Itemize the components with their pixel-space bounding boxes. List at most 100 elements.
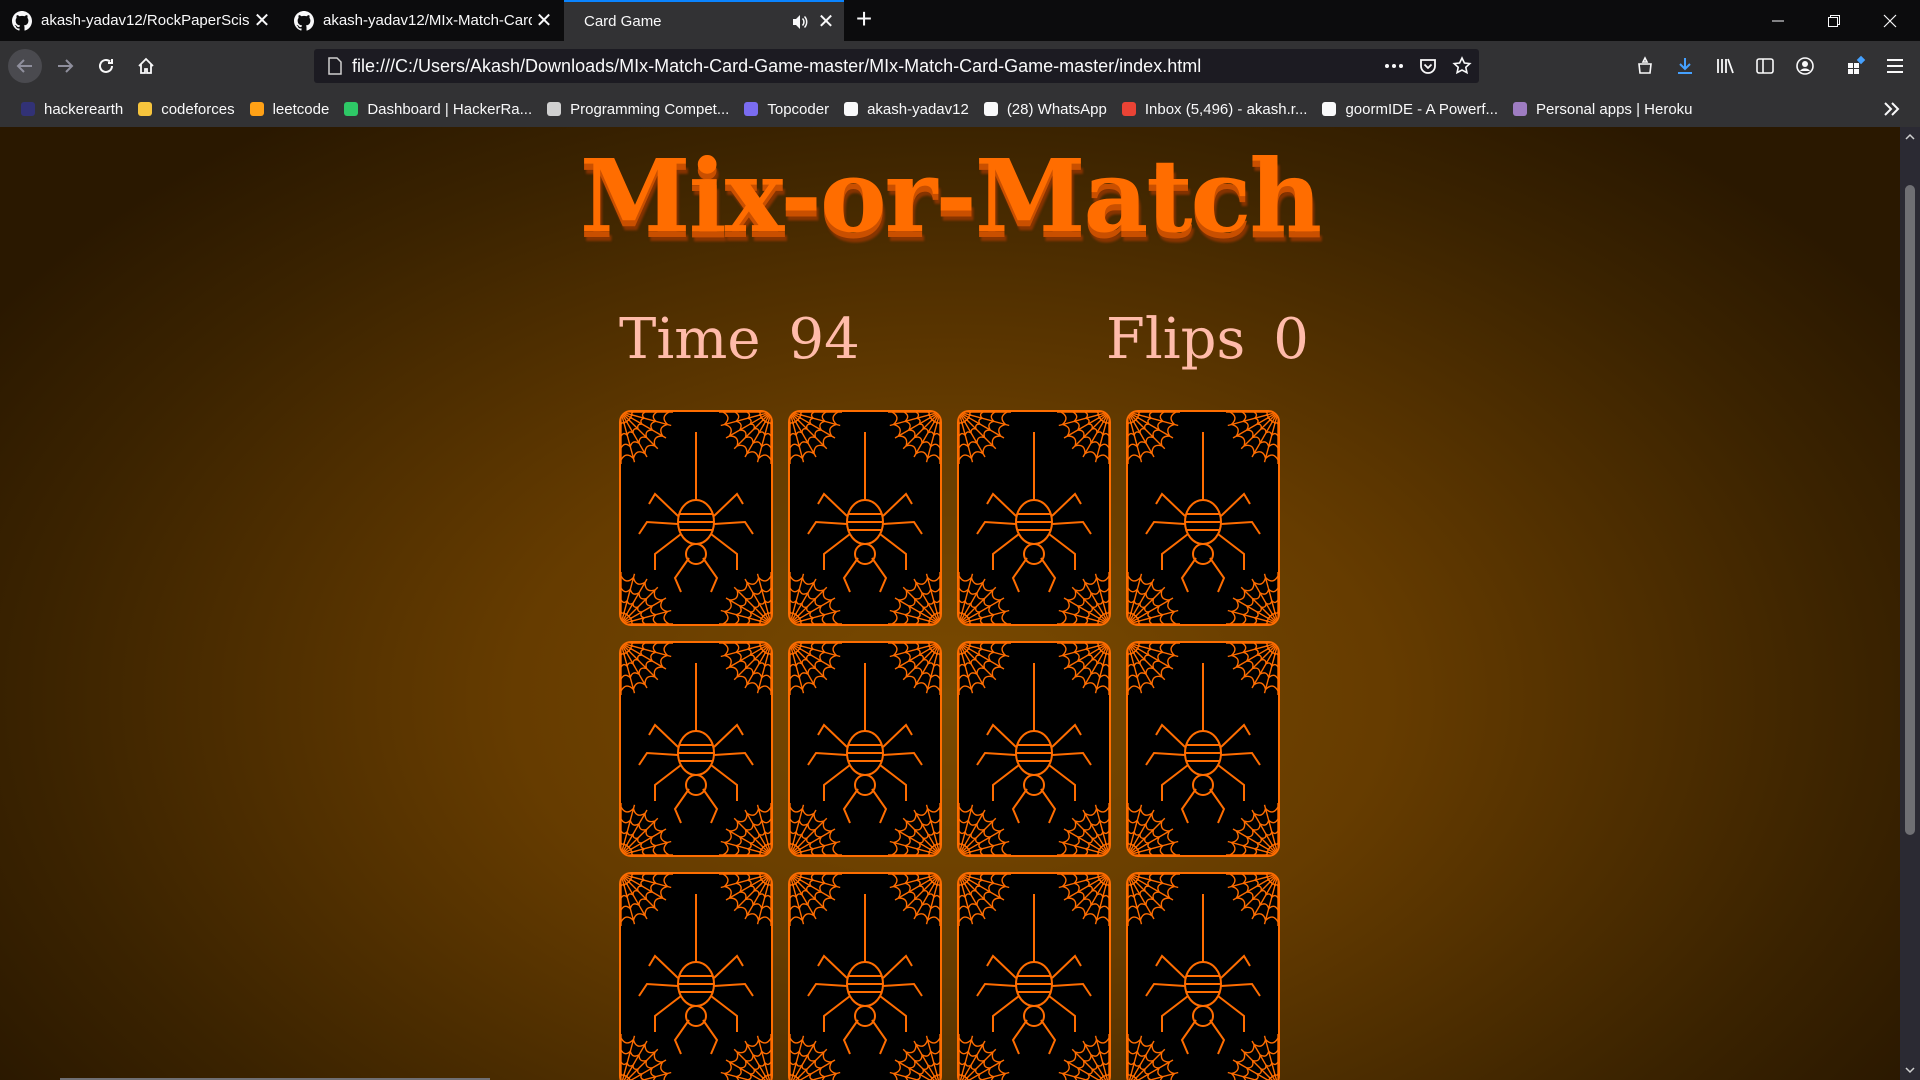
bookmark-label: Topcoder	[767, 100, 830, 118]
downloads-icon[interactable]	[1668, 49, 1702, 83]
time-value: 94	[788, 307, 860, 372]
bookmark-label: codeforces	[161, 100, 235, 118]
bookmark-item[interactable]: akash-yadav12	[837, 95, 975, 123]
game-card[interactable]	[1126, 641, 1280, 857]
page-title: Mix-or-Match	[579, 137, 1322, 255]
pocket-icon[interactable]	[1411, 49, 1445, 83]
scroll-up-arrow-icon[interactable]	[1904, 131, 1916, 143]
bookmark-item[interactable]: Dashboard | HackerRa...	[337, 95, 538, 123]
minimize-icon[interactable]	[1750, 0, 1806, 41]
page-icon	[318, 49, 352, 83]
bookmark-label: hackerearth	[44, 100, 124, 118]
bookmark-item[interactable]: leetcode	[243, 95, 336, 123]
game-card[interactable]	[619, 872, 773, 1080]
menu-icon[interactable]	[1878, 49, 1912, 83]
flips-counter: Flips 0	[1106, 307, 1309, 372]
flips-value: 0	[1273, 307, 1309, 372]
sidebar-icon[interactable]	[1748, 49, 1782, 83]
game-card[interactable]	[957, 872, 1111, 1080]
spider-card-back-icon	[790, 643, 940, 855]
bookmark-star-icon[interactable]	[1445, 49, 1479, 83]
spider-card-back-icon	[621, 412, 771, 624]
game-card[interactable]	[1126, 872, 1280, 1080]
bookmark-item[interactable]: goormIDE - A Powerf...	[1315, 95, 1504, 123]
game-page: Mix-or-Match Time 94 Flips 0	[0, 127, 1900, 1080]
bookmark-label: Dashboard | HackerRa...	[367, 100, 533, 118]
game-card[interactable]	[788, 410, 942, 626]
tab-title: akash-yadav12/RockPaperScissors	[41, 12, 250, 29]
home-icon[interactable]	[129, 49, 163, 83]
speaker-icon[interactable]	[788, 10, 812, 34]
game-card[interactable]	[957, 641, 1111, 857]
page-actions-icon[interactable]	[1377, 49, 1411, 83]
topcoder-icon	[743, 101, 759, 117]
tab-strip: akash-yadav12/RockPaperScissors ✕ akash-…	[0, 0, 1920, 41]
codeforces-icon	[137, 101, 153, 117]
forward-arrow-icon[interactable]	[48, 49, 82, 83]
bookmark-item[interactable]: Inbox (5,496) - akash.r...	[1115, 95, 1314, 123]
hackerrank-icon	[343, 101, 359, 117]
bookmarks-toolbar: hackerearth codeforces leetcode Dashboard |…	[0, 91, 1920, 127]
tab-mix-match-repo[interactable]: akash-yadav12/MIx-Match-Card-Game ✕	[282, 0, 562, 41]
spider-card-back-icon	[959, 874, 1109, 1080]
tab-card-game[interactable]: Card Game ✕	[564, 0, 844, 41]
game-card[interactable]	[957, 410, 1111, 626]
flips-label: Flips	[1106, 307, 1246, 372]
bookmark-item[interactable]: Personal apps | Heroku	[1506, 95, 1698, 123]
github-icon	[294, 10, 314, 31]
whatsapp-icon	[983, 101, 999, 117]
scroll-down-arrow-icon[interactable]	[1904, 1064, 1916, 1076]
bookmark-label: Personal apps | Heroku	[1536, 100, 1693, 118]
bookmark-item[interactable]: Programming Compet...	[540, 95, 735, 123]
bookmark-label: Programming Compet...	[570, 100, 730, 118]
bookmarks-overflow-chevron-icon[interactable]	[1878, 95, 1906, 123]
tab-rockpaperscissors[interactable]: akash-yadav12/RockPaperScissors ✕	[0, 0, 280, 41]
reload-icon[interactable]	[89, 49, 123, 83]
codechef-icon	[546, 101, 562, 117]
vertical-scrollbar[interactable]	[1900, 127, 1920, 1080]
spider-card-back-icon	[790, 412, 940, 624]
tab-title: akash-yadav12/MIx-Match-Card-Game	[323, 12, 532, 29]
game-card[interactable]	[788, 872, 942, 1080]
heroku-icon	[1512, 101, 1528, 117]
close-tab-icon[interactable]: ✕	[250, 9, 274, 33]
close-window-icon[interactable]	[1862, 0, 1918, 41]
url-text[interactable]: file:///C:/Users/Akash/Downloads/MIx-Mat…	[352, 56, 1377, 77]
library-icon[interactable]	[1708, 49, 1742, 83]
tab-title: Card Game	[584, 13, 662, 30]
spider-card-back-icon	[621, 643, 771, 855]
spider-card-back-icon	[621, 874, 771, 1080]
bookmark-label: akash-yadav12	[867, 100, 969, 118]
bookmark-item[interactable]: hackerearth	[14, 95, 129, 123]
bookmark-item[interactable]: codeforces	[131, 95, 240, 123]
spider-card-back-icon	[959, 412, 1109, 624]
back-arrow-icon[interactable]	[8, 49, 42, 83]
bookmark-label: goormIDE - A Powerf...	[1345, 100, 1499, 118]
close-tab-icon[interactable]: ✕	[814, 10, 838, 34]
new-tab-button[interactable]: +	[850, 5, 878, 34]
game-card[interactable]	[619, 641, 773, 857]
close-tab-icon[interactable]: ✕	[532, 9, 556, 33]
leetcode-icon	[249, 101, 265, 117]
terminal-icon	[1321, 101, 1337, 117]
time-label: Time	[619, 307, 761, 372]
spider-card-back-icon	[959, 643, 1109, 855]
bookmark-label: (28) WhatsApp	[1006, 100, 1107, 118]
game-card[interactable]	[788, 641, 942, 857]
bookmark-item[interactable]: (28) WhatsApp	[977, 95, 1113, 123]
bookmark-item[interactable]: Topcoder	[737, 95, 835, 123]
account-icon[interactable]	[1788, 49, 1822, 83]
bookmark-label: leetcode	[272, 100, 330, 118]
game-card[interactable]	[1126, 410, 1280, 626]
spider-card-back-icon	[1128, 412, 1278, 624]
extensions-icon[interactable]	[1840, 49, 1874, 83]
game-card[interactable]	[619, 410, 773, 626]
github-icon	[12, 10, 32, 31]
hackerearth-icon	[20, 101, 36, 117]
save-to-pocket-icon[interactable]	[1628, 49, 1662, 83]
restore-icon[interactable]	[1806, 0, 1862, 41]
scrollbar-thumb[interactable]	[1905, 185, 1915, 835]
bookmark-label: Inbox (5,496) - akash.r...	[1144, 100, 1308, 118]
navigation-toolbar: file:///C:/Users/Akash/Downloads/MIx-Mat…	[0, 41, 1920, 91]
address-bar[interactable]: file:///C:/Users/Akash/Downloads/MIx-Mat…	[314, 49, 1479, 83]
